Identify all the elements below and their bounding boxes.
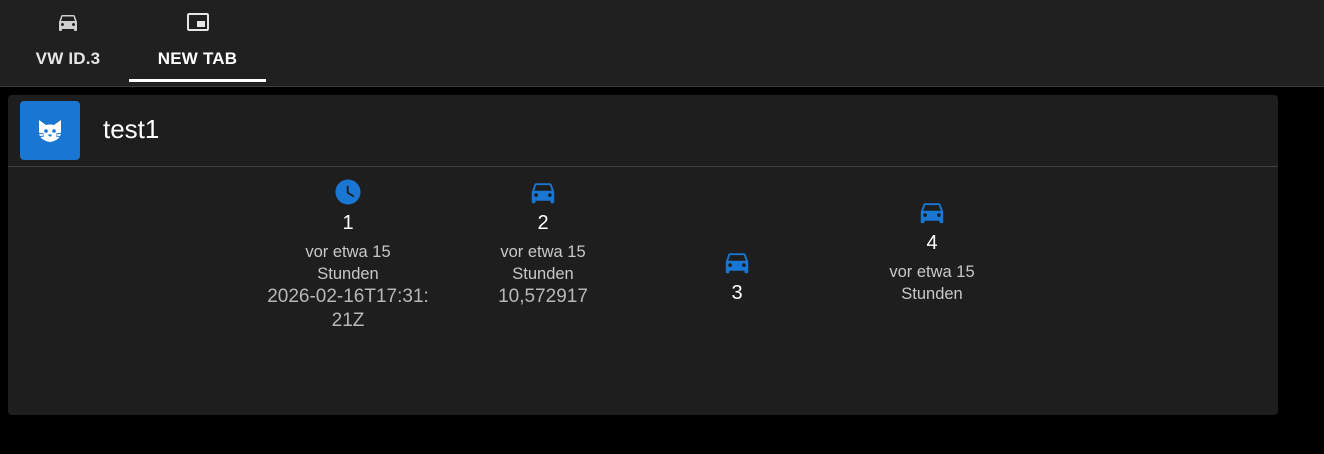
tab-label: VW ID.3 (35, 49, 101, 68)
avatar (20, 101, 80, 160)
card-header: test1 (8, 95, 1278, 167)
entity-name: 2 (537, 212, 549, 234)
entity-name: 3 (731, 282, 743, 304)
entity-2[interactable]: 2 vor etwa 15 Stunden 10,572917 (448, 177, 638, 309)
entity-3[interactable]: 3 (642, 247, 832, 305)
picture-in-picture-icon (186, 13, 209, 31)
clock-icon (335, 179, 361, 205)
entity-value: 2026-02-16T17:31:21Z (267, 286, 429, 331)
car-icon (725, 253, 749, 274)
car-icon (920, 203, 944, 224)
entity-name: 1 (342, 212, 354, 234)
entity-relative-time: vor etwa 15 Stunden (500, 243, 586, 283)
entity-1[interactable]: 1 vor etwa 15 Stunden 2026-02-16T17:31:2… (253, 177, 443, 333)
entity-value: 10,572917 (498, 286, 588, 307)
entity-relative-time: vor etwa 15 Stunden (305, 243, 391, 283)
entity-4[interactable]: 4 vor etwa 15 Stunden (837, 197, 1027, 305)
cat-icon (36, 119, 64, 142)
tab-label: NEW TAB (157, 49, 238, 68)
tab-vw-id3[interactable]: VW ID.3 (0, 0, 136, 86)
entity-relative-time: vor etwa 15 Stunden (889, 263, 975, 303)
tab-new-tab[interactable]: NEW TAB (129, 0, 266, 86)
car-icon (531, 183, 555, 204)
entity-name: 4 (926, 232, 938, 254)
card-title: test1 (103, 114, 160, 144)
tab-bar: VW ID.3 NEW TAB (0, 0, 1324, 87)
entity-card: test1 1 vor etwa 15 Stunden 2026-02-16T1… (8, 95, 1278, 415)
car-icon (59, 15, 77, 31)
active-tab-indicator (129, 79, 266, 82)
